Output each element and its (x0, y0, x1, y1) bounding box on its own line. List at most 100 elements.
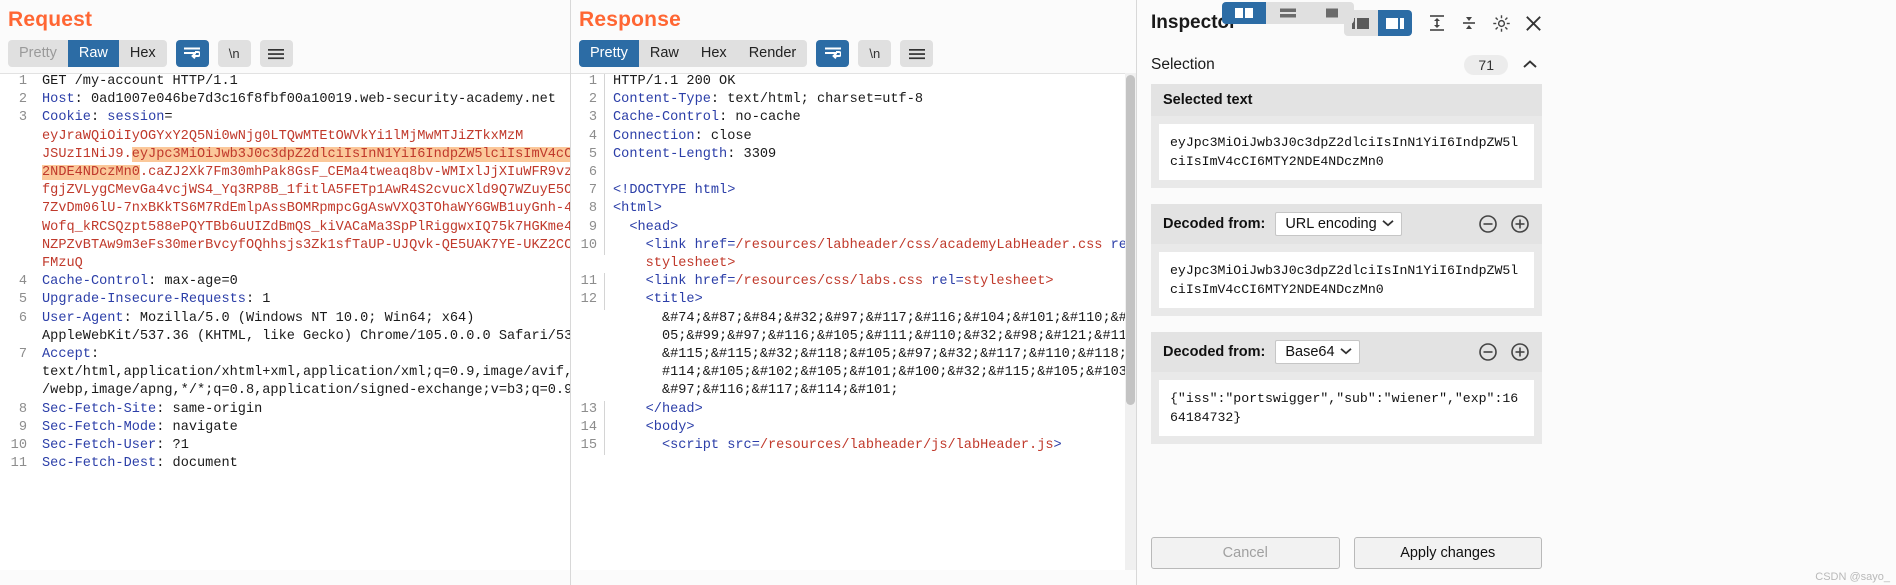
line-number: 1 (571, 73, 605, 92)
code-line: 2 Content-Type: text/html; charset=utf-8 (571, 91, 1136, 110)
code-line: /webp,image/apng,*/*;q=0.8,application/s… (0, 382, 570, 400)
base64-encoding-value: Base64 (1285, 344, 1335, 360)
line-number: 5 (571, 145, 605, 165)
code-token: <title> (613, 292, 703, 308)
code-line: 3 Cookie: session= (0, 109, 570, 127)
code-token: href= (694, 274, 736, 290)
newline-icon[interactable]: \n (217, 40, 251, 67)
line-text: Content-Length: 3309 (605, 146, 1136, 164)
tab-response-pretty[interactable]: Pretty (579, 40, 639, 67)
response-scrollbar[interactable] (1125, 73, 1136, 570)
code-line: 13 </head> (571, 400, 1136, 419)
expand-all-icon[interactable] (1424, 10, 1450, 36)
layout-mode-group[interactable] (1222, 2, 1354, 24)
code-line: Wofq_kRCSQzpt588ePQYTBb6uUIZdBmQS_kiVACa… (0, 219, 570, 237)
plus-circle-icon[interactable] (1510, 214, 1530, 234)
dock-right-icon[interactable] (1378, 10, 1412, 36)
code-token: /resources/labheader/css/academyLabHeade… (735, 237, 1103, 253)
request-code-area[interactable]: 1 GET /my-account HTTP/1.1 2 Host: 0ad1007e… (0, 73, 570, 570)
selected-text-card: Selected text eyJpc3MiOiJwb3J0c3dpZ2dlci… (1151, 84, 1542, 188)
code-line: 7 Accept: (0, 346, 570, 364)
line-text: <head> (605, 219, 1136, 237)
inspector-footer: Cancel Apply changes (1137, 537, 1556, 585)
line-text: <script src=/resources/labheader/js/labH… (605, 437, 1136, 455)
code-token: Sec-Fetch-User (42, 438, 157, 454)
menu-icon[interactable] (900, 40, 934, 67)
request-view-tabs[interactable]: Pretty Raw Hex (8, 40, 167, 67)
code-token: Sec-Fetch-Mode (42, 419, 157, 435)
tab-response-render[interactable]: Render (738, 40, 808, 67)
code-token: eyJraWQiOiIyOGYxY2Q5Ni0wNjg0LTQwMTEtOWVk… (42, 128, 524, 144)
code-token: session (107, 110, 165, 126)
line-text: eyJraWQiOiIyOGYxY2Q5Ni0wNjg0LTQwMTEtOWVk… (34, 128, 570, 146)
line-text: /webp,image/apng,*/*;q=0.8,application/s… (34, 382, 570, 400)
cancel-button[interactable]: Cancel (1151, 537, 1340, 569)
plus-circle-icon[interactable] (1510, 342, 1530, 362)
wrap-lines-icon[interactable] (816, 40, 850, 67)
response-scroll-thumb[interactable] (1126, 75, 1135, 405)
line-number: 3 (571, 109, 605, 128)
line-text: &#97;&#116;&#117;&#114;&#101; (605, 382, 1136, 400)
minus-circle-icon[interactable] (1478, 214, 1498, 234)
code-token: src= (727, 438, 760, 454)
code-line: 6 User-Agent: Mozilla/5.0 (Windows NT 10.… (0, 310, 570, 328)
close-icon[interactable] (1520, 10, 1546, 36)
decoded-url-value[interactable]: eyJpc3MiOiJwb3J0c3dpZ2dlciIsInN1YiI6Indp… (1159, 252, 1534, 308)
menu-icon[interactable] (259, 40, 293, 67)
code-token: <link (613, 237, 695, 253)
decoded-base64-value[interactable]: {"iss":"portswigger","sub":"wiener","exp… (1159, 380, 1534, 436)
code-token: Sec-Fetch-Site (42, 401, 157, 417)
request-panel: Request Pretty Raw Hex \n 1 GET /my-acco… (0, 0, 570, 585)
code-line: 7ZvDm06lU-7nxBKkTS6M7RdEmlpAssBOMRpmpcGg… (0, 200, 570, 218)
url-encoding-select[interactable]: URL encoding (1275, 212, 1402, 236)
code-token: : text/html; charset=utf-8 (710, 92, 924, 108)
code-token: : (90, 110, 108, 126)
request-title: Request (8, 8, 93, 31)
split-horizontal-icon[interactable] (1266, 2, 1310, 24)
tab-request-pretty[interactable]: Pretty (8, 40, 68, 67)
collapse-all-icon[interactable] (1456, 10, 1482, 36)
code-token: Connection (613, 128, 695, 144)
tab-response-raw[interactable]: Raw (639, 40, 690, 67)
code-line: 6 (571, 164, 1136, 183)
tab-request-hex[interactable]: Hex (119, 40, 167, 67)
tab-request-raw[interactable]: Raw (67, 40, 119, 67)
decoded-base64-header: Decoded from: Base64 (1151, 332, 1542, 372)
line-text: <html> (605, 200, 1136, 218)
single-pane-icon[interactable] (1310, 2, 1354, 24)
selection-section-header[interactable]: Selection 71 (1137, 46, 1556, 84)
code-token: Host (42, 92, 75, 108)
line-text: Cache-Control: max-age=0 (34, 273, 570, 291)
code-line: 14 <body> (571, 418, 1136, 438)
newline-icon[interactable]: \n (858, 40, 892, 67)
line-number: 6 (18, 310, 27, 326)
tab-response-hex[interactable]: Hex (690, 40, 738, 67)
line-number: 3 (18, 110, 27, 126)
split-vertical-icon[interactable] (1222, 2, 1266, 24)
apply-changes-button[interactable]: Apply changes (1353, 537, 1542, 569)
code-line: 1 HTTP/1.1 200 OK (571, 73, 1136, 92)
settings-gear-icon[interactable] (1488, 10, 1514, 36)
line-number: 9 (18, 419, 27, 435)
inspector-dock-group[interactable] (1344, 10, 1412, 36)
response-view-tabs[interactable]: Pretty Raw Hex Render (579, 40, 808, 67)
line-text: Sec-Fetch-Site: same-origin (34, 401, 570, 419)
chevron-up-icon[interactable] (1518, 57, 1542, 73)
selected-text-value[interactable]: eyJpc3MiOiJwb3J0c3dpZ2dlciIsInN1YiI6Indp… (1159, 124, 1534, 180)
line-number: 12 (571, 291, 605, 310)
line-number: 11 (10, 456, 27, 472)
response-code-area[interactable]: 1 HTTP/1.1 200 OK 2 Content-Type: text/html… (571, 73, 1136, 570)
base64-encoding-select[interactable]: Base64 (1275, 340, 1360, 364)
line-number: 5 (18, 292, 27, 308)
code-line: 1 GET /my-account HTTP/1.1 (0, 73, 570, 91)
decoded-base64-body: {"iss":"portswigger","sub":"wiener","exp… (1151, 372, 1542, 444)
line-text: <title> (605, 291, 1136, 309)
code-token: : Mozilla/5.0 (Windows NT 10.0; Win64; x… (123, 310, 475, 326)
code-token: Content-Type (613, 92, 711, 108)
code-token: User-Agent (42, 310, 124, 326)
wrap-lines-icon[interactable] (175, 40, 209, 67)
code-token: NZPZvBTAw9m3eFs30merBvcyfOQhhsjs3Zk1sfTa… (42, 237, 570, 253)
minus-circle-icon[interactable] (1478, 342, 1498, 362)
code-token: GET /my-account HTTP/1.1 (42, 74, 238, 89)
code-token: <link (613, 274, 695, 290)
